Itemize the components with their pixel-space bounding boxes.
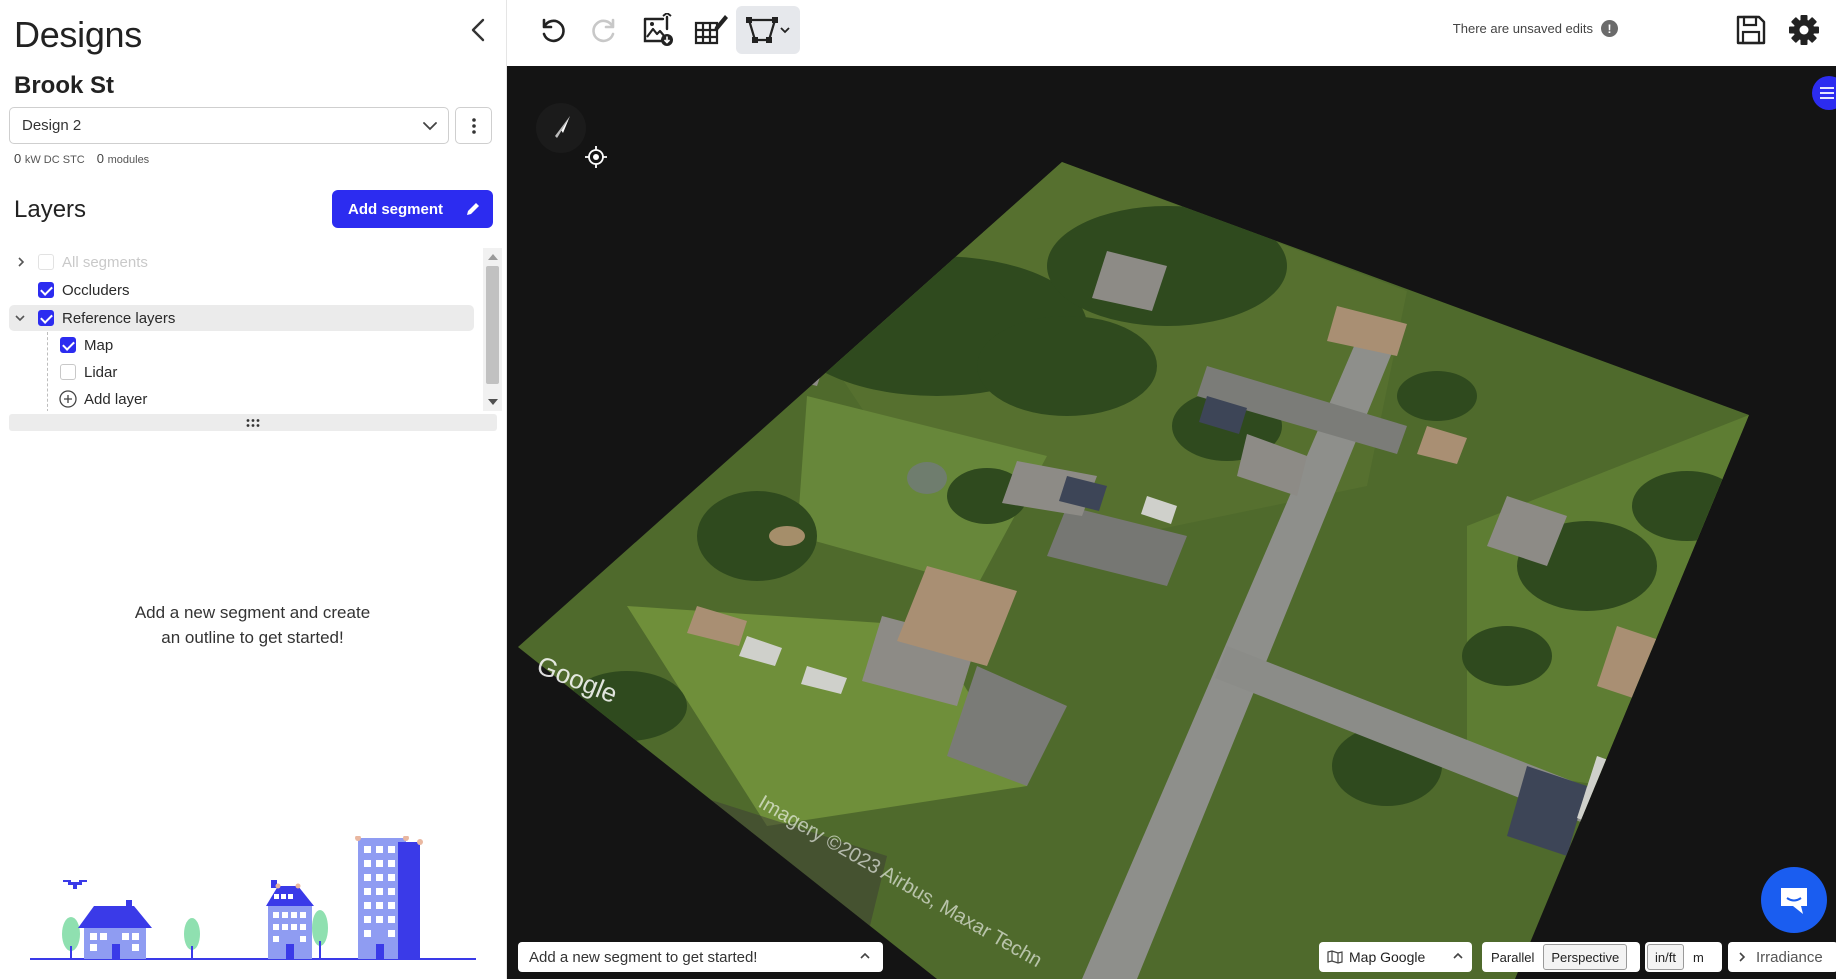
chat-icon <box>1781 888 1807 914</box>
project-name: Brook St <box>14 72 115 99</box>
grid-edit-button[interactable] <box>687 6 735 54</box>
chevron-up-icon <box>860 952 870 959</box>
modules-unit: modules <box>107 154 150 166</box>
checkbox-map[interactable] <box>60 337 76 353</box>
tree-row-reference-layers[interactable]: Reference layers <box>9 305 474 331</box>
chevron-right-icon <box>1739 952 1746 962</box>
checkbox-reference-layers[interactable] <box>38 310 54 326</box>
redo-icon <box>592 18 615 43</box>
support-chat-button[interactable] <box>1761 867 1827 933</box>
checkbox-lidar[interactable] <box>60 364 76 380</box>
checkbox-occluders[interactable] <box>38 282 54 298</box>
designs-sidebar: Designs Brook St Design 2 0 kW DC STC 0 … <box>0 0 507 979</box>
projection-perspective[interactable]: Perspective <box>1543 944 1628 970</box>
add-segment-button[interactable]: Add segment <box>332 190 493 228</box>
design-stats: 0 kW DC STC 0 modules <box>14 151 149 166</box>
tree-label: Reference layers <box>62 309 176 327</box>
chevron-down-icon <box>423 122 437 131</box>
tree-label: Map <box>84 336 114 354</box>
projection-toggle: Parallel Perspective <box>1482 942 1640 972</box>
drag-handle-icon <box>246 418 260 427</box>
irradiance-button[interactable]: Irradiance <box>1728 942 1836 972</box>
units-imperial[interactable]: in/ft <box>1647 944 1684 970</box>
save-icon <box>1736 15 1766 45</box>
tree-row-lidar[interactable]: Lidar <box>9 359 474 385</box>
locate-button[interactable] <box>585 146 607 173</box>
kebab-menu-icon <box>471 117 476 134</box>
exclamation-icon: ! <box>1601 20 1618 37</box>
map-source-select[interactable]: Map Google <box>1319 942 1472 972</box>
tree-label: All segments <box>62 253 148 271</box>
design-select-value: Design 2 <box>22 117 82 134</box>
projection-parallel[interactable]: Parallel <box>1484 944 1541 970</box>
hamburger-icon <box>1820 87 1834 99</box>
scroll-up-icon[interactable] <box>488 254 498 260</box>
grid-edit-icon <box>694 15 728 45</box>
panel-resize-handle[interactable] <box>9 414 497 431</box>
undo-button[interactable] <box>528 6 576 54</box>
sidebar-title: Designs <box>14 14 142 55</box>
compass-button[interactable] <box>535 102 587 159</box>
checkbox-all-segments[interactable] <box>38 254 54 270</box>
segment-draw-button[interactable] <box>736 6 800 54</box>
design-options-button[interactable] <box>455 107 492 144</box>
top-toolbar: There are unsaved edits ! <box>507 0 1836 66</box>
tree-label: Add layer <box>84 390 148 408</box>
compass-icon <box>536 103 586 153</box>
chevron-down-icon[interactable] <box>13 311 27 325</box>
chevron-down-icon <box>780 27 790 34</box>
modules-value: 0 <box>96 151 104 166</box>
aerial-imagery[interactable]: Google Imagery ©2023 Airbus, Maxar Techn <box>507 66 1836 979</box>
tree-label: Lidar <box>84 363 118 381</box>
tree-row-occluders[interactable]: Occluders <box>9 277 474 303</box>
chevron-up-icon <box>1453 952 1463 959</box>
add-segment-label: Add segment <box>348 200 444 218</box>
chevron-right-icon[interactable] <box>14 255 28 269</box>
tree-label: Occluders <box>62 281 130 299</box>
segment-draw-icon <box>746 17 778 43</box>
chevron-left-icon <box>471 18 485 42</box>
map-source-label: Map Google <box>1349 949 1426 965</box>
add-layer-button[interactable]: Add layer <box>9 386 474 411</box>
save-button[interactable] <box>1727 6 1775 54</box>
scroll-thumb[interactable] <box>486 266 499 384</box>
tree-row-map[interactable]: Map <box>9 332 474 358</box>
kw-value: 0 <box>14 151 22 166</box>
status-text: Add a new segment to get started! <box>529 948 758 966</box>
design-select[interactable]: Design 2 <box>9 107 449 144</box>
layer-tree-scrollbar[interactable] <box>483 248 502 411</box>
undo-icon <box>542 18 565 43</box>
image-download-button[interactable] <box>634 6 682 54</box>
unsaved-text: There are unsaved edits <box>1452 21 1593 36</box>
redo-button[interactable] <box>581 6 629 54</box>
scroll-down-icon[interactable] <box>488 399 498 405</box>
irradiance-label: Irradiance <box>1756 948 1823 966</box>
pencil-icon <box>467 203 479 215</box>
gear-icon <box>1789 15 1819 45</box>
settings-button[interactable] <box>1780 6 1828 54</box>
map-viewport[interactable]: Google Imagery ©2023 Airbus, Maxar Techn… <box>507 66 1836 979</box>
crosshair-icon <box>585 146 607 168</box>
map-icon <box>1327 950 1343 964</box>
kw-unit: kW DC STC <box>24 154 85 166</box>
collapse-sidebar-button[interactable] <box>464 14 492 46</box>
plus-circle-icon <box>59 390 77 408</box>
image-download-icon <box>643 13 673 46</box>
houses-illustration <box>30 836 476 960</box>
layers-title: Layers <box>14 196 87 223</box>
tree-row-all-segments[interactable]: All segments <box>9 249 474 275</box>
unsaved-edits-indicator: There are unsaved edits ! <box>1453 20 1618 37</box>
units-metric[interactable]: m <box>1686 944 1711 970</box>
status-bar[interactable]: Add a new segment to get started! <box>518 942 883 972</box>
empty-state-message: Add a new segment and create an outline … <box>134 603 371 647</box>
units-toggle: in/ft m <box>1645 942 1722 972</box>
layer-tree: All segments Occluders Reference layers … <box>9 248 483 411</box>
